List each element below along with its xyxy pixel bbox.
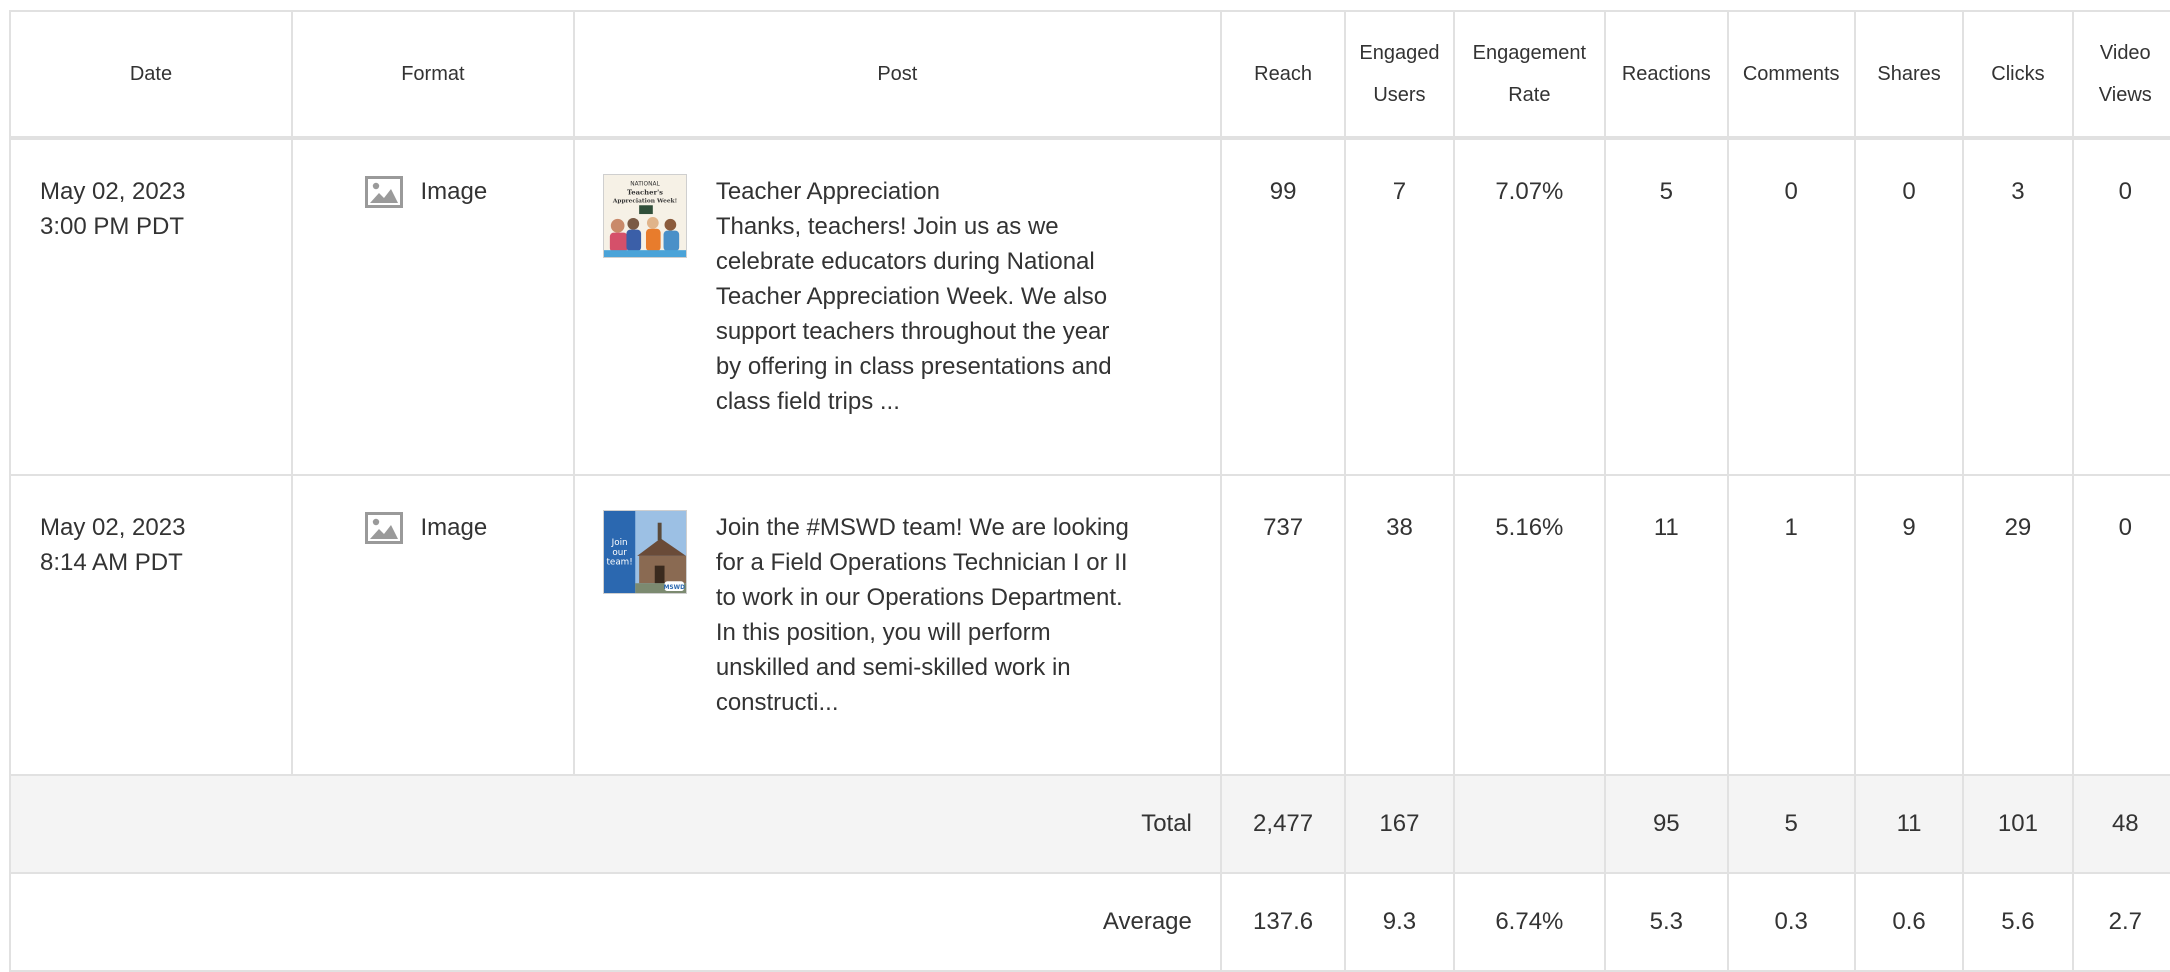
svg-text:MSWD: MSWD <box>663 585 684 591</box>
table-row: May 02, 2023 8:14 AM PDT Image Join our … <box>9 474 2170 776</box>
total-reach: 2,477 <box>1219 774 1347 874</box>
column-header-shares[interactable]: Shares <box>1853 10 1965 139</box>
engagement-rate-cell: 7.07% <box>1452 137 1607 476</box>
average-label: Average <box>9 872 1222 972</box>
post-performance-table: Date Format Post Reach Engaged Users Enga… <box>9 10 2170 972</box>
format-cell: Image <box>290 474 575 776</box>
date-cell: May 02, 2023 3:00 PM PDT <box>9 137 293 476</box>
total-shares: 11 <box>1853 774 1965 874</box>
total-reactions: 95 <box>1604 774 1729 874</box>
comments-cell: 1 <box>1726 474 1856 776</box>
average-row: Average 137.6 9.3 6.74% 5.3 0.3 0.6 5.6 … <box>9 872 2170 972</box>
average-engagement-rate: 6.74% <box>1452 872 1607 972</box>
shares-cell: 0 <box>1853 137 1965 476</box>
average-engaged-users: 9.3 <box>1344 872 1455 972</box>
video-views-cell: 0 <box>2071 474 2170 776</box>
average-video-views: 2.7 <box>2071 872 2170 972</box>
column-header-video-views[interactable]: Video Views <box>2071 10 2170 139</box>
engaged-users-cell: 7 <box>1344 137 1455 476</box>
total-clicks: 101 <box>1962 774 2074 874</box>
comments-cell: 0 <box>1726 137 1856 476</box>
column-header-clicks[interactable]: Clicks <box>1962 10 2074 139</box>
post-thumbnail[interactable]: NATIONAL Teacher's Appreciation Week! <box>602 174 687 258</box>
date-cell: May 02, 2023 8:14 AM PDT <box>9 474 293 776</box>
total-engaged-users: 167 <box>1344 774 1455 874</box>
column-header-format[interactable]: Format <box>290 10 575 139</box>
average-comments: 0.3 <box>1726 872 1856 972</box>
post-thumbnail[interactable]: Join our team! MSWD <box>602 510 687 594</box>
post-cell[interactable]: NATIONAL Teacher's Appreciation Week! Te… <box>572 137 1222 476</box>
post-body: Join the #MSWD team! We are looking for … <box>715 514 1129 716</box>
image-icon <box>364 511 403 544</box>
reactions-cell: 11 <box>1604 474 1729 776</box>
reach-cell: 737 <box>1219 474 1347 776</box>
column-header-engaged-users[interactable]: Engaged Users <box>1344 10 1455 139</box>
average-clicks: 5.6 <box>1962 872 2074 972</box>
format-cell: Image <box>290 137 575 476</box>
total-comments: 5 <box>1726 774 1856 874</box>
date-text: May 02, 2023 <box>40 178 186 205</box>
svg-text:our: our <box>612 548 627 558</box>
total-engagement-rate <box>1452 774 1607 874</box>
reach-cell: 99 <box>1219 137 1347 476</box>
post-cell[interactable]: Join our team! MSWD Join the #MSWD team!… <box>572 474 1222 776</box>
total-row: Total 2,477 167 95 5 11 101 48 <box>9 774 2170 874</box>
column-header-reach[interactable]: Reach <box>1219 10 1347 139</box>
svg-text:Join: Join <box>610 538 627 548</box>
image-icon <box>364 175 403 208</box>
table-header-row: Date Format Post Reach Engaged Users Enga… <box>9 10 2170 139</box>
date-text: May 02, 2023 <box>40 514 186 541</box>
format-label: Image <box>420 178 488 205</box>
total-video-views: 48 <box>2071 774 2170 874</box>
svg-text:Teacher's: Teacher's <box>627 189 663 197</box>
svg-text:NATIONAL: NATIONAL <box>630 182 660 188</box>
post-body: Thanks, teachers! Join us as we celebrat… <box>715 213 1112 415</box>
svg-text:Appreciation Week!: Appreciation Week! <box>612 198 677 204</box>
svg-text:team!: team! <box>606 558 632 568</box>
post-title: Teacher Appreciation <box>715 178 940 205</box>
clicks-cell: 3 <box>1962 137 2074 476</box>
column-header-date[interactable]: Date <box>9 10 293 139</box>
average-shares: 0.6 <box>1853 872 1965 972</box>
total-label: Total <box>9 774 1222 874</box>
engaged-users-cell: 38 <box>1344 474 1455 776</box>
column-header-comments[interactable]: Comments <box>1726 10 1856 139</box>
format-label: Image <box>420 514 488 541</box>
column-header-reactions[interactable]: Reactions <box>1604 10 1729 139</box>
shares-cell: 9 <box>1853 474 1965 776</box>
reactions-cell: 5 <box>1604 137 1729 476</box>
clicks-cell: 29 <box>1962 474 2074 776</box>
video-views-cell: 0 <box>2071 137 2170 476</box>
average-reach: 137.6 <box>1219 872 1347 972</box>
time-text: 8:14 AM PDT <box>40 549 183 576</box>
column-header-engagement-rate[interactable]: Engagement Rate <box>1452 10 1607 139</box>
time-text: 3:00 PM PDT <box>40 213 185 240</box>
average-reactions: 5.3 <box>1604 872 1729 972</box>
engagement-rate-cell: 5.16% <box>1452 474 1607 776</box>
table-row: May 02, 2023 3:00 PM PDT Image NATIONAL … <box>9 137 2170 476</box>
column-header-post[interactable]: Post <box>572 10 1222 139</box>
